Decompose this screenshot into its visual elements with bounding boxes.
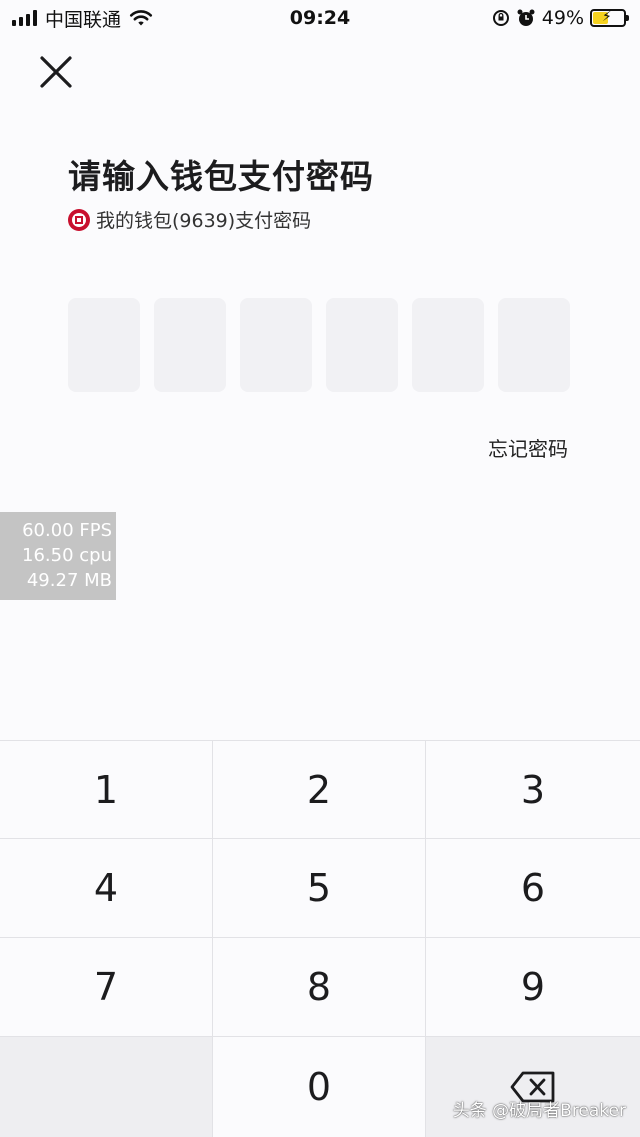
delete-key[interactable] [426,1037,640,1137]
battery-icon: ⚡ [590,9,629,27]
close-icon[interactable] [36,52,76,92]
fps-readout: 60.00 FPS [22,520,112,541]
memory-readout: 49.27 MB [26,570,112,591]
wifi-icon [129,10,153,26]
wallet-subtitle: 我的钱包(9639)支付密码 [68,206,311,233]
key-blank [0,1037,213,1137]
numeric-keypad: 1 2 3 4 5 6 7 8 9 0 [0,740,640,1137]
pin-input[interactable] [68,298,570,392]
key-7[interactable]: 7 [0,938,213,1037]
status-left: 中国联通 [12,5,153,32]
bank-logo-icon [68,208,90,231]
signal-icon [12,10,37,26]
wallet-subtitle-text: 我的钱包(9639)支付密码 [96,210,312,232]
status-right: 49% ⚡ [492,7,629,29]
key-9[interactable]: 9 [426,938,640,1037]
key-3[interactable]: 3 [426,741,640,839]
forgot-password-link[interactable]: 忘记密码 [488,433,568,462]
watermark: 头条 @破局者Breaker [452,1101,626,1121]
pin-digit-box[interactable] [326,298,398,392]
pin-digit-box[interactable] [154,298,226,392]
rotation-lock-icon [492,10,509,26]
status-bar: 中国联通 09:24 49% ⚡ [0,0,640,36]
battery-percent: 49% [541,7,584,29]
performance-overlay: 60.00 FPS 16.50 cpu 49.27 MB [0,512,116,600]
key-2[interactable]: 2 [213,741,426,839]
key-0[interactable]: 0 [213,1037,426,1137]
pin-digit-box[interactable] [412,298,484,392]
key-1[interactable]: 1 [0,741,213,839]
payment-password-screen: 中国联通 09:24 49% ⚡ 请输入钱包支付密码 我的钱包(9639)支付密… [0,0,640,1137]
carrier-label: 中国联通 [45,8,122,31]
key-4[interactable]: 4 [0,839,213,938]
key-8[interactable]: 8 [213,938,426,1037]
key-6[interactable]: 6 [426,839,640,938]
charging-bolt-icon: ⚡ [602,9,612,25]
pin-digit-box[interactable] [240,298,312,392]
page-title: 请输入钱包支付密码 [68,157,374,196]
pin-digit-box[interactable] [498,298,570,392]
key-5[interactable]: 5 [213,839,426,938]
alarm-icon [517,9,535,26]
pin-digit-box[interactable] [68,298,140,392]
cpu-readout: 16.50 cpu [22,545,112,566]
